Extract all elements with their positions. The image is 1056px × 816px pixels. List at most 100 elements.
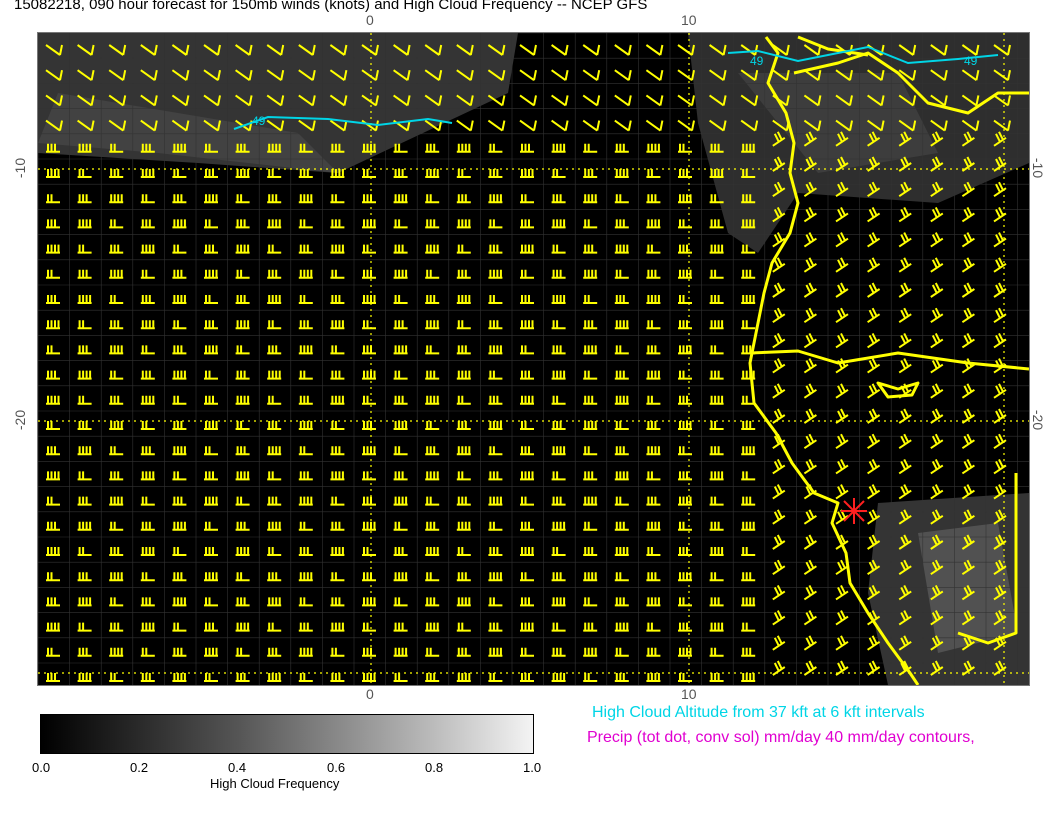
wind-barb (140, 421, 155, 430)
wind-barb (204, 421, 218, 430)
wind-barb (678, 395, 692, 405)
wind-barb (551, 244, 566, 254)
wind-barb (425, 320, 440, 330)
lat-tick-right-10: -10 (1030, 157, 1047, 179)
wind-barb (488, 622, 503, 632)
wind-barb (741, 370, 756, 380)
wind-barb (709, 521, 724, 531)
wind-barb (551, 269, 566, 279)
wind-barb (362, 572, 376, 582)
wind-barb (582, 119, 601, 132)
map-title: 15082218, 090 hour forecast for 150mb wi… (14, 0, 648, 13)
wind-barb (330, 269, 345, 279)
wind-barb (393, 521, 408, 531)
wind-barb (109, 269, 124, 279)
wind-barb (393, 496, 408, 506)
wind-barb (362, 647, 376, 657)
wind-barb (488, 395, 503, 405)
wind-barb (614, 44, 632, 56)
wind-barb (235, 345, 250, 355)
wind-barb (235, 269, 250, 279)
lat-tick-right-20: -20 (1030, 409, 1047, 431)
wind-barb (646, 547, 661, 556)
wind-barb (172, 219, 187, 229)
wind-barb (77, 496, 92, 506)
wind-barb (235, 471, 250, 481)
wind-barb (393, 421, 408, 430)
wind-barb (551, 119, 569, 132)
wind-barb (678, 471, 692, 481)
wind-barb (172, 673, 187, 682)
wind-barb (393, 219, 408, 229)
wind-barb (235, 169, 250, 178)
wind-barb (709, 219, 724, 229)
wind-barb (488, 647, 503, 657)
wind-barb (235, 370, 250, 380)
wind-barb (204, 219, 218, 229)
wind-barb (393, 143, 408, 153)
wind-barb (551, 69, 569, 82)
wind-barb (709, 547, 724, 556)
wind-barb (646, 622, 661, 632)
wind-barb (646, 370, 661, 380)
wind-barb (520, 572, 534, 582)
wind-barb (330, 572, 345, 582)
wind-barb (235, 496, 250, 506)
wind-barb (456, 547, 471, 556)
wind-barb (614, 572, 629, 582)
wind-barb (267, 244, 282, 254)
wind-barb (677, 119, 695, 132)
wind-barb (519, 119, 537, 132)
wind-barb (77, 169, 92, 178)
wind-barb (583, 143, 598, 153)
wind-barb (678, 320, 692, 330)
wind-barb (741, 647, 756, 657)
wind-barb (109, 421, 124, 430)
wind-barb (330, 194, 345, 204)
wind-barb (582, 69, 601, 82)
forecast-map[interactable]: 49 49 49 (37, 32, 1030, 686)
wind-barb (46, 320, 60, 330)
wind-barb (520, 320, 534, 330)
wind-barb (677, 69, 695, 82)
wind-barb (204, 345, 218, 355)
wind-barb (393, 370, 408, 380)
wind-barb (741, 421, 756, 430)
wind-barb (267, 547, 282, 556)
wind-barb (109, 622, 124, 632)
wind-barb (235, 194, 250, 204)
wind-barb (298, 345, 313, 355)
wind-barb (425, 395, 440, 405)
wind-barb (393, 622, 408, 632)
wind-barb (172, 471, 187, 481)
wind-barb (709, 597, 724, 607)
wind-barb (645, 44, 664, 56)
wind-barb (362, 673, 376, 682)
wind-barb (298, 370, 313, 380)
wind-barb (520, 421, 534, 430)
wind-barb (46, 597, 60, 607)
wind-barb (520, 219, 534, 229)
wind-barb (551, 521, 566, 531)
wind-barb (678, 370, 692, 380)
wind-barb (741, 673, 756, 682)
wind-barb (298, 395, 313, 405)
wind-barb (109, 194, 124, 204)
wind-barb (267, 345, 282, 355)
wind-barb (393, 169, 408, 178)
wind-barb (204, 471, 218, 481)
wind-barb (330, 295, 345, 304)
wind-barb (646, 446, 661, 456)
wind-barb (330, 244, 345, 254)
wind-barb (456, 521, 471, 531)
wind-barb (614, 471, 629, 481)
colorbar-tick-4: 0.8 (425, 760, 444, 775)
wind-barb (456, 673, 471, 682)
wind-barb (330, 446, 345, 456)
wind-barb (614, 219, 629, 229)
wind-barb (456, 572, 471, 582)
wind-barb (330, 673, 345, 682)
wind-barb (330, 647, 345, 657)
wind-barb (393, 471, 408, 481)
wind-barb (362, 219, 376, 229)
